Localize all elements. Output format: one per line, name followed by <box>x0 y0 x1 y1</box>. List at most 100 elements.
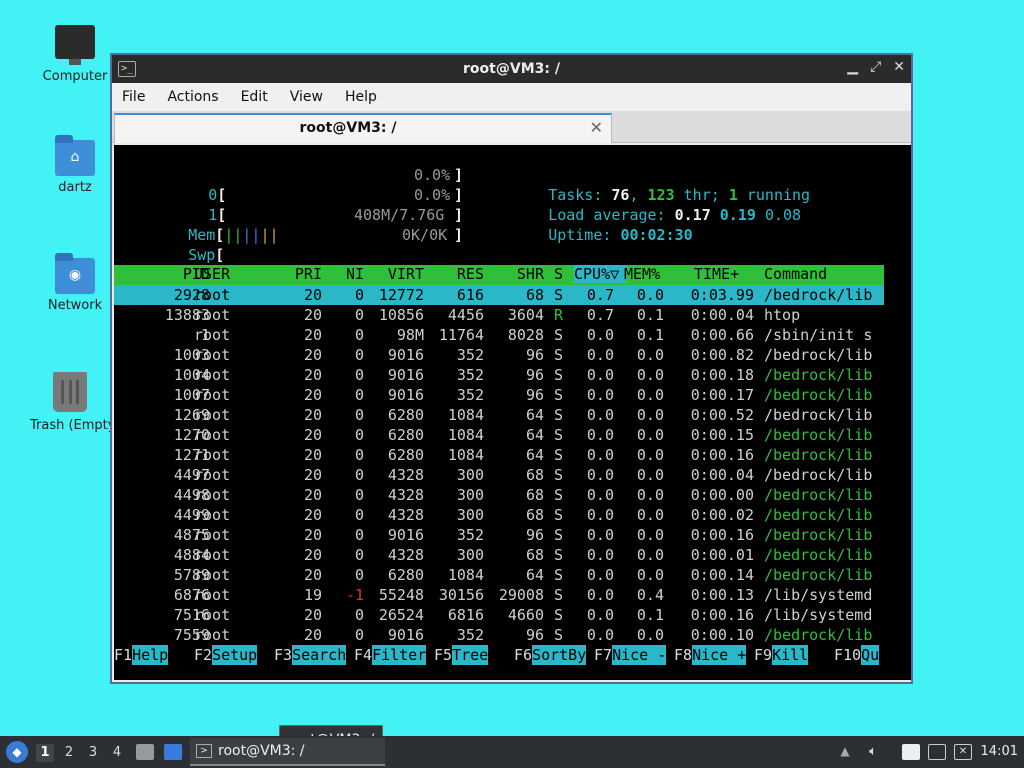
fkey-f1[interactable]: F1Help <box>114 645 169 665</box>
tray-up-icon[interactable]: ▲ <box>836 744 854 760</box>
cell-res: 352 <box>456 366 484 384</box>
cell-res: 1084 <box>447 446 484 464</box>
cell-pri: 20 <box>303 546 322 564</box>
cell-pri: 19 <box>303 586 322 604</box>
cell-s: S <box>554 286 564 304</box>
close-button[interactable]: ✕ <box>893 59 905 75</box>
table-row[interactable]: 4497 root 20 0 4328 300 68 S 0.0 0.0 0:00.04/bedro… <box>114 465 884 485</box>
table-row[interactable]: 1271 root 20 0 6280 1084 64 S 0.0 0.0 0:00.16/bedr… <box>114 445 884 465</box>
col-pri[interactable]: PRI <box>274 265 322 283</box>
workspace-2[interactable]: 2 <box>60 744 78 762</box>
cell-mem: 0.0 <box>636 446 664 464</box>
table-row[interactable]: 4884 root 20 0 4328 300 68 S 0.0 0.0 0:00.01/bedro… <box>114 545 884 565</box>
col-virt[interactable]: VIRT <box>364 265 424 283</box>
terminal-tab[interactable]: root@VM3: / ✕ <box>114 113 612 143</box>
col-shr[interactable]: SHR <box>484 265 544 283</box>
workspace-4[interactable]: 4 <box>108 744 126 762</box>
fkey-f10[interactable]: F10Qu <box>834 645 880 665</box>
fkey-f8[interactable]: F8Nice + <box>674 645 747 665</box>
col-res[interactable]: RES <box>424 265 484 283</box>
cell-time: 0:00.18 <box>690 366 754 384</box>
show-desktop-icon[interactable] <box>164 744 182 760</box>
cell-virt: 6280 <box>387 426 424 444</box>
table-row[interactable]: 1003 root 20 0 9016 352 96 S 0.0 0.0 0:00.82/bedro… <box>114 345 884 365</box>
menu-file[interactable]: File <box>122 89 145 105</box>
cell-s: S <box>554 326 564 344</box>
cell-virt: 9016 <box>387 346 424 364</box>
col-state[interactable]: S <box>554 265 563 283</box>
start-menu-button[interactable]: ◆ <box>6 741 28 763</box>
maximize-button[interactable]: ⤢ <box>870 59 881 75</box>
desktop-icon-home[interactable]: ⌂ dartz <box>30 135 120 195</box>
table-row[interactable]: 1270 root 20 0 6280 1084 64 S 0.0 0.0 0:00.15/bedr… <box>114 425 884 445</box>
fkey-f4[interactable]: F4Filter <box>354 645 427 665</box>
terminal-screen[interactable]: 0[ 0.0% ] 1[ 0.0% ] Mem[|||||| 408M/7.76… <box>114 145 911 680</box>
table-row[interactable]: 7559 root 20 0 9016 352 96 S 0.0 0.0 0:00.10/bedro… <box>114 625 884 645</box>
desktop-icon-computer[interactable]: Computer <box>30 25 120 84</box>
network-icon[interactable] <box>928 744 946 760</box>
cell-s: S <box>554 526 564 544</box>
tab-close-icon[interactable]: ✕ <box>590 118 603 137</box>
cell-res: 352 <box>456 346 484 364</box>
window-titlebar[interactable]: >_ root@VM3: / ▁ ⤢ ✕ <box>112 55 911 83</box>
table-row[interactable]: 4498 root 20 0 4328 300 68 S 0.0 0.0 0:00.00/bedro… <box>114 485 884 505</box>
cell-s: S <box>554 546 564 564</box>
table-row[interactable]: 7516 root 20 0 26524 6816 4660 S 0.0 0.1 0:00.16/l… <box>114 605 884 625</box>
cell-shr: 96 <box>525 386 544 404</box>
col-ni[interactable]: NI <box>324 265 364 283</box>
col-time[interactable]: TIME+ <box>694 265 739 283</box>
menu-help[interactable]: Help <box>345 89 377 105</box>
desktop-icon-network[interactable]: ◉ Network <box>30 253 120 313</box>
cell-shr: 68 <box>525 546 544 564</box>
cell-mem: 0.0 <box>636 506 664 524</box>
fkey-number: F9 <box>754 646 773 664</box>
volume-icon[interactable]: 🔈︎ <box>864 744 882 760</box>
fkey-f5[interactable]: F5Tree <box>434 645 489 665</box>
minimize-button[interactable]: ▁ <box>847 59 858 75</box>
workspace-3[interactable]: 3 <box>84 744 102 762</box>
table-row[interactable]: 13883 root 20 0 10856 4456 3604 R 0.7 0.1 0:00.04 h… <box>114 305 884 325</box>
table-row[interactable]: 1 root 20 0 98M 11764 8028 S 0.0 0.1 0:00.66/sbin/… <box>114 325 884 345</box>
table-row[interactable]: 4499 root 20 0 4328 300 68 S 0.0 0.0 0:00.02/bedro… <box>114 505 884 525</box>
fkey-label: Qu <box>861 645 880 665</box>
fkey-f7[interactable]: F7Nice - <box>594 645 667 665</box>
cell-cpu: 0.0 <box>586 406 614 424</box>
cell-ni: 0 <box>354 566 364 584</box>
cell-shr: 96 <box>525 626 544 644</box>
table-row[interactable]: 1269 root 20 0 6280 1084 64 S 0.0 0.0 0:00.52/bedr… <box>114 405 884 425</box>
cell-s: S <box>554 386 564 404</box>
network-folder-icon: ◉ <box>55 253 95 294</box>
cell-time: 0:00.15 <box>690 426 754 444</box>
cell-time: 0:00.02 <box>690 506 754 524</box>
workspace-1[interactable]: 1 <box>36 744 54 762</box>
cell-shr: 68 <box>525 486 544 504</box>
col-cpu[interactable]: CPU%▽ <box>574 265 626 283</box>
clipboard-icon[interactable] <box>902 744 920 760</box>
col-command[interactable]: Command <box>764 265 827 283</box>
col-user[interactable]: USER <box>194 265 230 283</box>
table-row[interactable]: 1004 root 20 0 9016 352 96 S 0.0 0.0 0:00.18/bedro… <box>114 365 884 385</box>
table-row[interactable]: 5789 root 20 0 6280 1084 64 S 0.0 0.0 0:00.14/bedr… <box>114 565 884 585</box>
table-row[interactable]: 1007 root 20 0 9016 352 96 S 0.0 0.0 0:00.17/bedro… <box>114 385 884 405</box>
cell-cpu: 0.0 <box>586 366 614 384</box>
cell-virt: 9016 <box>387 626 424 644</box>
terminal-window[interactable]: >_ root@VM3: / ▁ ⤢ ✕ File Actions Edit V… <box>110 53 913 684</box>
taskbar-terminal-button[interactable]: > root@VM3: / <box>190 738 385 766</box>
file-manager-launcher-icon[interactable] <box>136 744 154 760</box>
fkey-f3[interactable]: F3Search <box>274 645 347 665</box>
fkey-f9[interactable]: F9Kill <box>754 645 809 665</box>
cell-mem: 0.0 <box>636 366 664 384</box>
fkey-f2[interactable]: F2Setup <box>194 645 258 665</box>
table-row[interactable]: 6876 root 19 -1 55248 30156 29008 S 0.0 0.4 0:00.1… <box>114 585 884 605</box>
menu-view[interactable]: View <box>290 89 323 105</box>
table-row[interactable]: 4875 root 20 0 9016 352 96 S 0.0 0.0 0:00.16/bedro… <box>114 525 884 545</box>
cell-s: S <box>554 606 564 624</box>
table-row[interactable]: 2928 root 20 0 12772 616 68 S 0.7 0.0 0:03.99/bedr… <box>114 285 884 305</box>
fkey-f6[interactable]: F6SortBy <box>514 645 587 665</box>
notification-icon[interactable]: ✕ <box>954 744 972 760</box>
menu-actions[interactable]: Actions <box>167 89 218 105</box>
menu-edit[interactable]: Edit <box>241 89 268 105</box>
desktop-icon-trash[interactable]: Trash (Empty) <box>30 372 110 433</box>
clock[interactable]: 14:01 <box>981 744 1018 759</box>
col-mem[interactable]: MEM% <box>624 265 660 283</box>
